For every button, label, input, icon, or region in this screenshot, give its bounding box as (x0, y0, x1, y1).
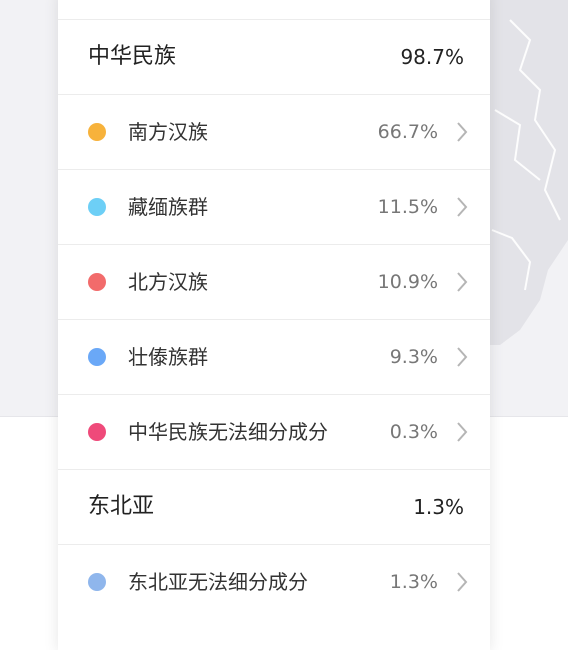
item-label: 北方汉族 (128, 270, 208, 294)
item-label: 中华民族无法细分成分 (128, 420, 328, 444)
list-item-north-han[interactable]: 北方汉族 10.9% (58, 244, 490, 319)
list-item-northeast-asia-unspecified[interactable]: 东北亚无法细分成分 1.3% (58, 544, 490, 619)
item-label: 东北亚无法细分成分 (128, 570, 308, 594)
chevron-right-icon (457, 197, 468, 217)
group-label: 东北亚 (88, 494, 155, 519)
item-percentage: 11.5% (377, 196, 438, 218)
list-item-zhuang-dai[interactable]: 壮傣族群 9.3% (58, 319, 490, 394)
group-row-northeast-asia: 东北亚 1.3% (58, 469, 490, 544)
item-label: 壮傣族群 (128, 345, 208, 369)
chevron-right-icon (457, 272, 468, 292)
group-percentage: 1.3% (413, 495, 464, 519)
item-percentage: 1.3% (389, 571, 438, 593)
item-label: 藏缅族群 (128, 195, 208, 219)
list-item-south-han[interactable]: 南方汉族 66.7% (58, 94, 490, 169)
chevron-right-icon (457, 572, 468, 592)
item-percentage: 10.9% (377, 271, 438, 293)
list-item-tibeto-burman[interactable]: 藏缅族群 11.5% (58, 169, 490, 244)
item-percentage: 9.3% (389, 346, 438, 368)
chevron-right-icon (457, 347, 468, 367)
group-label: 中华民族 (88, 44, 177, 69)
color-dot (88, 198, 106, 216)
ancestry-breakdown-card: 中华民族 98.7% 南方汉族 66.7% 藏缅族群 11.5% 北方汉族 10… (58, 0, 490, 650)
item-label: 南方汉族 (128, 120, 208, 144)
color-dot (88, 348, 106, 366)
color-dot (88, 273, 106, 291)
color-dot (88, 123, 106, 141)
item-percentage: 66.7% (377, 121, 438, 143)
chevron-right-icon (457, 122, 468, 142)
chevron-right-icon (457, 422, 468, 442)
color-dot (88, 423, 106, 441)
item-percentage: 0.3% (389, 421, 438, 443)
color-dot (88, 573, 106, 591)
list-item-zhonghua-unspecified[interactable]: 中华民族无法细分成分 0.3% (58, 394, 490, 469)
group-percentage: 98.7% (400, 45, 464, 69)
group-row-zhonghua: 中华民族 98.7% (58, 19, 490, 94)
